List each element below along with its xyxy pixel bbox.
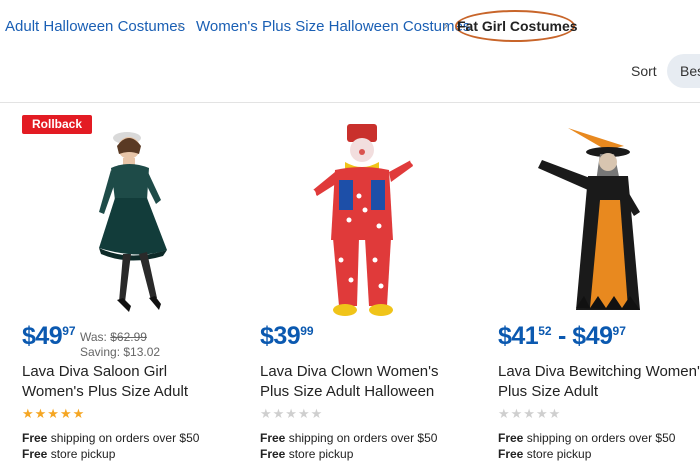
shipping-info: Free shipping on orders over $50 Free st… — [22, 431, 200, 461]
product-card[interactable]: $4152 - $4997 Lava Diva Bewitching Women… — [498, 110, 700, 473]
rating-stars: ★★★★★ — [498, 406, 562, 421]
product-title[interactable]: Lava Diva Bewitching Women's Plus Size A… — [498, 362, 700, 402]
product-title[interactable]: Lava Diva Saloon Girl Women's Plus Size … — [22, 362, 232, 402]
price-dollars: $41 — [498, 322, 539, 350]
product-price-range: $4152 - $4997 — [498, 322, 626, 351]
price-cents: 97 — [62, 324, 76, 338]
product-card[interactable]: Rollback $4997 Was: $62.99 Saving: $13.0… — [22, 110, 242, 473]
product-image-clown[interactable] — [295, 120, 445, 325]
product-image-saloon-girl[interactable] — [59, 120, 209, 325]
price-dollars-max: $49 — [572, 322, 613, 350]
product-price: $3999 — [260, 322, 314, 351]
price-range-separator: - — [551, 322, 573, 350]
price-cents: 99 — [300, 324, 314, 338]
breadcrumb-current-highlight: Fat Girl Costumes — [455, 10, 578, 42]
was-label: Was: — [80, 330, 111, 344]
chevron-right-icon: › — [177, 17, 182, 34]
sort-dropdown[interactable]: Bes — [667, 54, 700, 88]
breadcrumb-womens-plus-size-costumes[interactable]: Women's Plus Size Halloween Costumes — [196, 18, 470, 35]
product-image-witch[interactable] — [528, 120, 678, 325]
shipping-info: Free shipping on orders over $50 Free st… — [498, 431, 676, 461]
product-price: $4997 — [22, 322, 76, 351]
breadcrumb: Adult Halloween Costumes › Women's Plus … — [0, 0, 700, 56]
rating-stars: ★★★★★ — [260, 406, 324, 421]
chevron-right-icon: › — [443, 17, 448, 34]
rollback-badge: Rollback — [22, 115, 93, 134]
product-card[interactable]: $3999 Lava Diva Clown Women's Plus Size … — [260, 110, 480, 473]
price-cents: 52 — [538, 324, 552, 338]
saving-amount: Saving: $13.02 — [80, 345, 161, 359]
price-dollars: $49 — [22, 322, 63, 350]
breadcrumb-current: Fat Girl Costumes — [457, 18, 578, 34]
shipping-info: Free shipping on orders over $50 Free st… — [260, 431, 438, 461]
price-dollars: $39 — [260, 322, 301, 350]
rating-stars: ★★★★★ — [22, 406, 86, 421]
breadcrumb-adult-halloween-costumes[interactable]: Adult Halloween Costumes — [5, 18, 185, 35]
divider — [0, 102, 700, 103]
was-price-block: Was: $62.99 Saving: $13.02 — [80, 330, 160, 360]
price-cents-max: 97 — [612, 324, 626, 338]
product-title[interactable]: Lava Diva Clown Women's Plus Size Adult … — [260, 362, 470, 402]
sort-label: Sort — [631, 63, 657, 79]
was-price: $62.99 — [110, 330, 147, 344]
